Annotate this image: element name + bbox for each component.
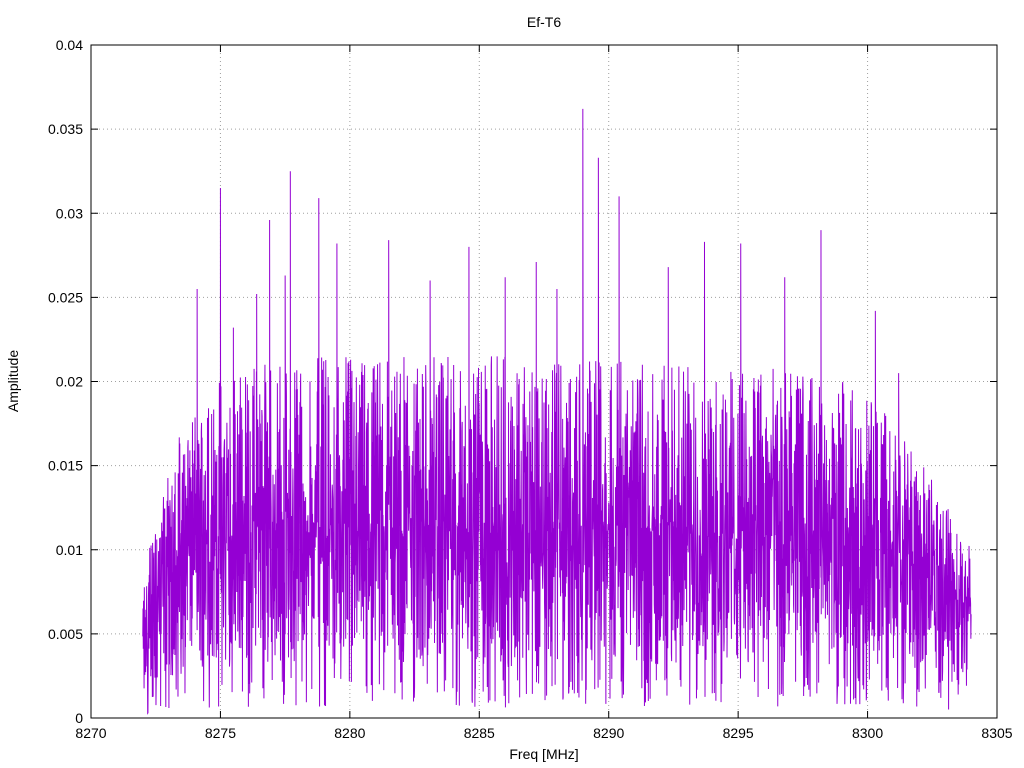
y-tick-label: 0.035 bbox=[48, 121, 83, 137]
y-tick-label: 0.02 bbox=[56, 374, 83, 390]
y-tick-label: 0.025 bbox=[48, 289, 83, 305]
x-tick-label: 8280 bbox=[334, 725, 365, 741]
x-tick-label: 8305 bbox=[981, 725, 1012, 741]
x-tick-labels: 8270 8275 8280 8285 8290 8295 8300 8305 bbox=[75, 725, 1012, 741]
y-tick-label: 0.03 bbox=[56, 205, 83, 221]
amplitude-series bbox=[142, 108, 972, 715]
grid-lines bbox=[91, 45, 997, 718]
x-tick-label: 8270 bbox=[75, 725, 106, 741]
y-tick-label: 0.005 bbox=[48, 626, 83, 642]
x-tick-label: 8300 bbox=[852, 725, 883, 741]
amplitude-trace bbox=[142, 108, 972, 715]
y-tick-label: 0 bbox=[75, 710, 83, 726]
y-tick-label: 0.01 bbox=[56, 542, 83, 558]
x-tick-label: 8295 bbox=[723, 725, 754, 741]
x-axis-label: Freq [MHz] bbox=[509, 746, 578, 762]
y-tick-labels: 0 0.005 0.01 0.015 0.02 0.025 0.03 0.035 0.04 bbox=[48, 37, 83, 726]
y-axis-label: Amplitude bbox=[5, 350, 21, 412]
y-tick-label: 0.04 bbox=[56, 37, 83, 53]
chart-title: Ef-T6 bbox=[527, 14, 561, 30]
x-tick-label: 8285 bbox=[464, 725, 495, 741]
x-tick-label: 8290 bbox=[593, 725, 624, 741]
x-tick-label: 8275 bbox=[205, 725, 236, 741]
y-tick-label: 0.015 bbox=[48, 458, 83, 474]
spectrum-chart: 8270 8275 8280 8285 8290 8295 8300 8305 00.0050… bbox=[5, 14, 1013, 762]
